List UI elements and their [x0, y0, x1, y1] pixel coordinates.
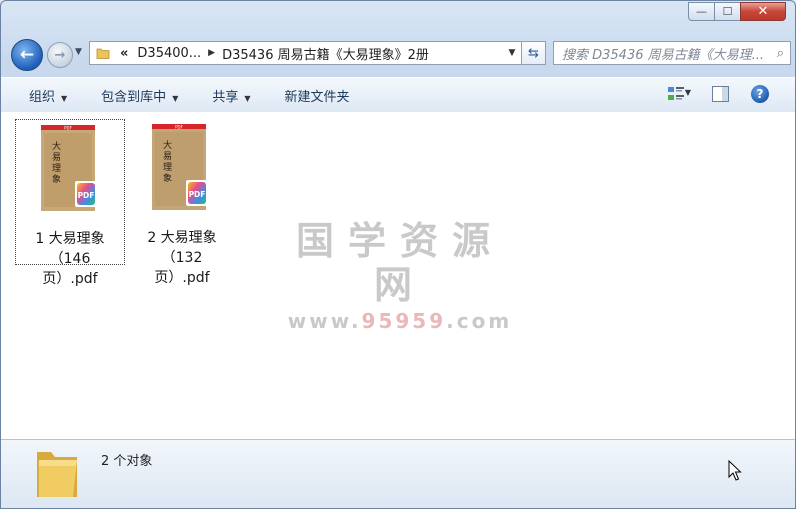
pdf-header-label: PDF: [175, 124, 183, 129]
watermark: 国学资源网 www.95959.com: [275, 219, 525, 333]
svg-text:理: 理: [52, 163, 61, 174]
organize-label: 组织: [29, 89, 56, 105]
file-name-line1: 1 大易理象（146: [35, 231, 105, 267]
refresh-icon: ⇆: [528, 45, 539, 61]
organize-menu[interactable]: 组织 ▼: [21, 82, 75, 109]
navigation-row: ← → ▼ « D35400... ▶ D35436 周易古籍《大易理象》2册 …: [11, 37, 791, 71]
svg-text:易: 易: [163, 151, 172, 162]
file-name: 2 大易理象（132 页）.pdf: [127, 228, 237, 288]
pdf-badge-label: PDF: [189, 190, 206, 199]
new-folder-button[interactable]: 新建文件夹: [277, 82, 358, 109]
forward-arrow-icon: →: [54, 47, 66, 63]
preview-pane-icon[interactable]: [712, 86, 729, 102]
file-list[interactable]: PDF 大 易 理 象 PDF 1 大易理象（146 页）.pdf PDF 大 …: [1, 112, 795, 439]
svg-text:象: 象: [52, 173, 61, 185]
file-item[interactable]: PDF 大 易 理 象 PDF 2 大易理象（132 页）.pdf: [127, 119, 237, 286]
include-in-library-menu[interactable]: 包含到库中 ▼: [93, 82, 186, 109]
explorer-window: — ☐ ✕ ← → ▼ « D35400... ▶ D35436 周易古籍《大易…: [0, 0, 796, 509]
minimize-button[interactable]: —: [688, 2, 714, 21]
back-button[interactable]: ←: [11, 39, 43, 71]
chevron-down-icon: ▼: [61, 93, 68, 103]
share-menu[interactable]: 共享 ▼: [204, 82, 258, 109]
file-name-line1: 2 大易理象（132: [147, 230, 217, 266]
details-pane: 2 个对象: [1, 439, 795, 508]
watermark-title: 国学资源网: [295, 219, 504, 307]
pdf-file-thumbnail: PDF 大 易 理 象 PDF: [41, 125, 95, 211]
caption-buttons: — ☐ ✕: [688, 2, 786, 21]
view-options-dropdown-icon[interactable]: ▼: [685, 88, 691, 97]
address-bar[interactable]: « D35400... ▶ D35436 周易古籍《大易理象》2册 ▼: [89, 41, 522, 65]
file-item[interactable]: PDF 大 易 理 象 PDF 1 大易理象（146 页）.pdf: [15, 119, 125, 287]
svg-text:易: 易: [52, 152, 61, 163]
search-input[interactable]: 搜索 D35436 周易古籍《大易理... ⌕: [553, 41, 791, 65]
help-icon[interactable]: ?: [751, 85, 769, 103]
search-icon[interactable]: ⌕: [777, 46, 784, 61]
file-name-line2: 页）.pdf: [42, 271, 98, 287]
svg-text:大: 大: [52, 140, 61, 152]
close-button[interactable]: ✕: [740, 2, 786, 21]
command-bar: 组织 ▼ 包含到库中 ▼ 共享 ▼ 新建文件夹 ▼ ?: [1, 77, 795, 113]
refresh-button[interactable]: ⇆: [522, 41, 546, 65]
recent-pages-dropdown[interactable]: ▼: [75, 47, 82, 57]
change-view-icon[interactable]: [667, 86, 685, 102]
address-dropdown-icon[interactable]: ▼: [503, 48, 521, 58]
svg-text:象: 象: [163, 172, 172, 184]
item-count: 2 个对象: [101, 454, 153, 469]
breadcrumb-separator-icon[interactable]: ▶: [208, 48, 215, 58]
forward-button[interactable]: →: [47, 42, 73, 68]
folder-icon: [96, 48, 110, 59]
chevron-down-icon: ▼: [172, 93, 179, 103]
pdf-badge-label: PDF: [78, 191, 95, 200]
back-arrow-icon: ←: [19, 45, 35, 65]
pdf-file-thumbnail: PDF 大 易 理 象 PDF: [152, 124, 206, 210]
file-name-line2: 页）.pdf: [154, 270, 210, 286]
search-placeholder: 搜索 D35436 周易古籍《大易理...: [562, 47, 765, 63]
watermark-url: www.95959.com: [287, 309, 513, 333]
breadcrumb-overflow[interactable]: «: [120, 46, 128, 61]
share-label: 共享: [212, 89, 239, 105]
breadcrumb-item-parent[interactable]: D35400...: [137, 46, 201, 61]
svg-text:理: 理: [163, 162, 172, 173]
breadcrumb-item-current[interactable]: D35436 周易古籍《大易理象》2册: [222, 44, 429, 63]
svg-text:大: 大: [163, 139, 172, 151]
chevron-down-icon: ▼: [244, 93, 251, 103]
pdf-header-label: PDF: [64, 125, 72, 130]
file-name: 1 大易理象（146 页）.pdf: [16, 229, 124, 289]
folder-icon: [37, 452, 77, 497]
new-folder-label: 新建文件夹: [284, 89, 350, 105]
mouse-cursor-icon: [728, 460, 742, 481]
include-label: 包含到库中: [101, 89, 167, 105]
maximize-button[interactable]: ☐: [714, 2, 740, 21]
